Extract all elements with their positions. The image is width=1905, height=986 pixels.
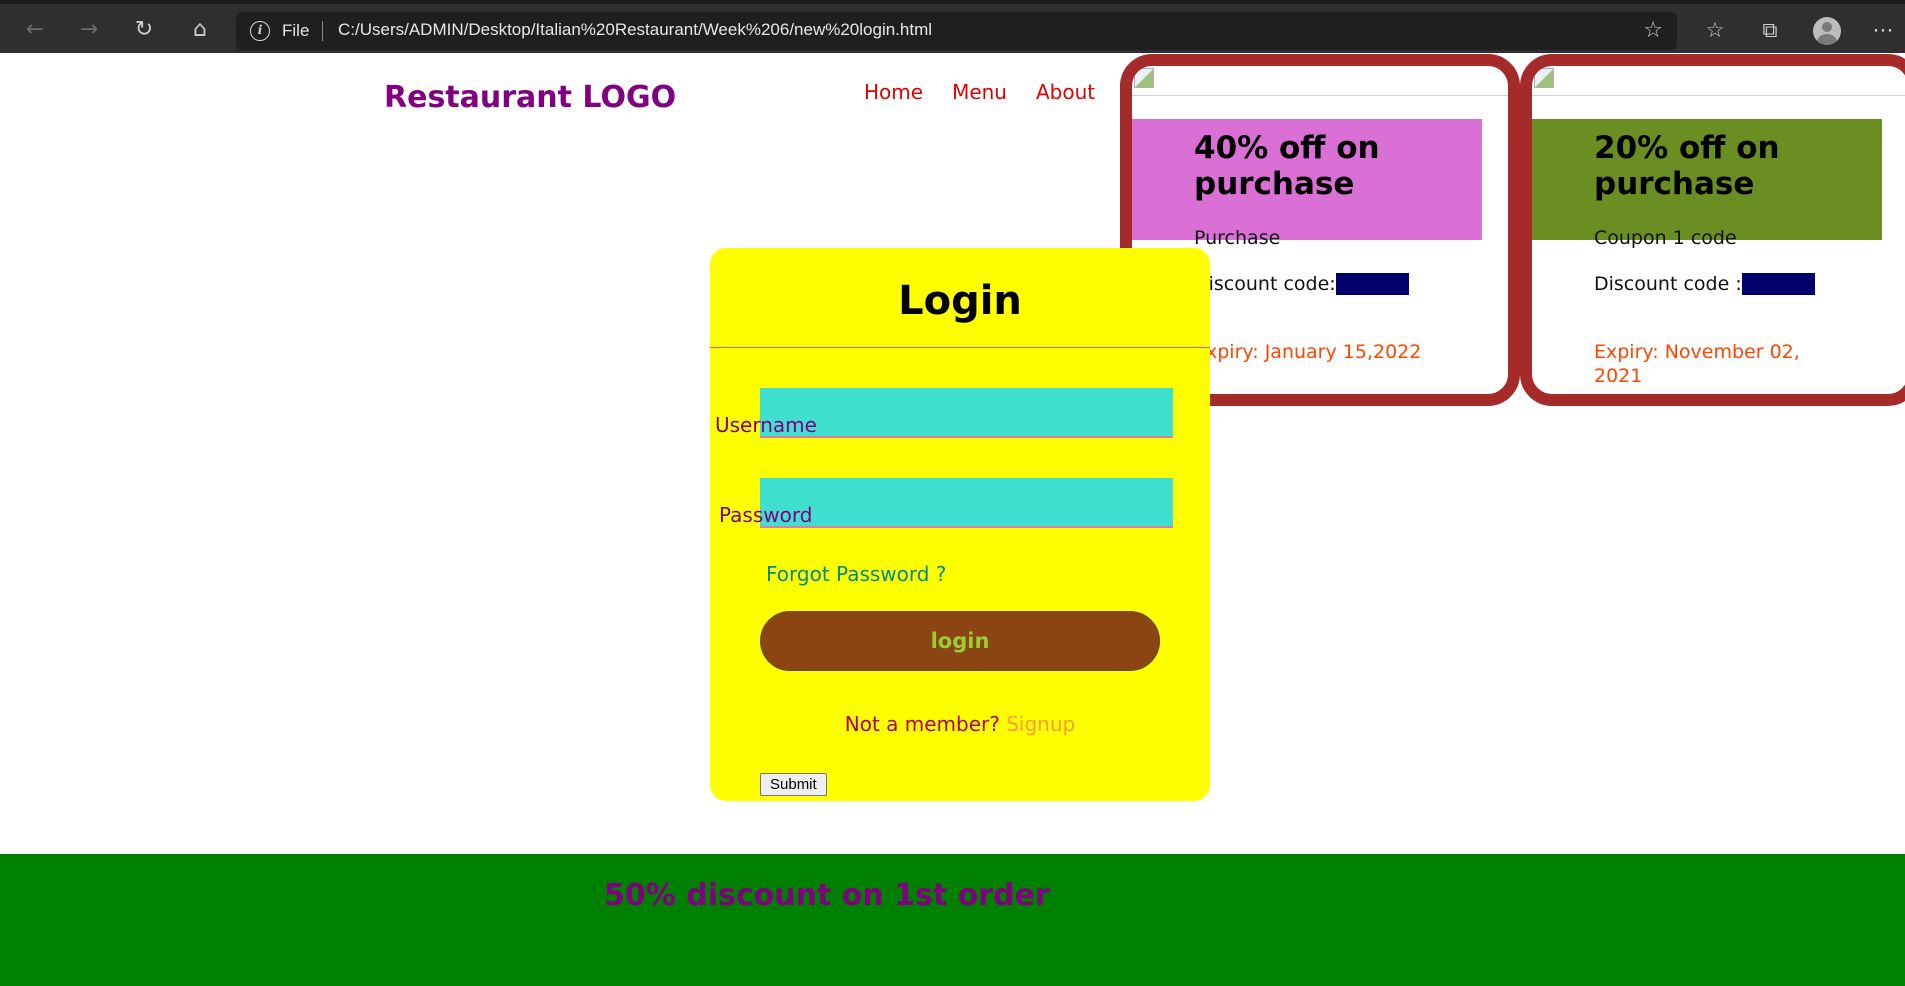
coupon-card: 20% off on purchase Coupon 1 code Discou…: [1520, 54, 1905, 406]
coupon-subtitle: Purchase: [1194, 227, 1281, 249]
coupon-title: 40% off on purchase: [1194, 130, 1380, 202]
coupon-subtitle: Coupon 1 code: [1594, 227, 1737, 249]
discount-code-label: Discount code :: [1594, 273, 1742, 295]
coupon-discount-code: Discount code:promo3: [1194, 272, 1444, 296]
back-icon[interactable]: ←: [21, 16, 49, 44]
forgot-password-link[interactable]: Forgot Password ?: [766, 562, 946, 586]
url-text[interactable]: C:/Users/ADMIN/Desktop/Italian%20Restaur…: [338, 20, 932, 40]
signup-link[interactable]: Signup: [1006, 712, 1075, 736]
promo-footer: 50% discount on 1st order: [0, 854, 1905, 986]
login-button[interactable]: login: [760, 611, 1160, 671]
favorites-icon[interactable]: ☆: [1701, 16, 1729, 44]
password-input[interactable]: [760, 478, 1173, 528]
coupon-image-placeholder: [1132, 66, 1508, 96]
collections-icon[interactable]: ⧉: [1756, 16, 1784, 44]
broken-image-icon: [1534, 68, 1554, 88]
browser-toolbar: ← → ↻ ⌂ i File C:/Users/ADMIN/Desktop/It…: [0, 0, 1905, 53]
address-separator: [322, 21, 323, 41]
username-label: Username: [715, 413, 817, 437]
add-favorite-icon[interactable]: ☆: [1643, 18, 1663, 43]
broken-image-icon: [1134, 68, 1154, 88]
not-member-text: Not a member?: [844, 712, 1000, 736]
coupon-expiry: Expiry: November 02, 2021: [1594, 341, 1800, 387]
nav-menu-link[interactable]: Menu: [952, 80, 1007, 104]
discount-code-value: promo1: [1741, 273, 1816, 295]
submit-button[interactable]: Submit: [760, 773, 827, 796]
signup-prompt: Not a member? Signup: [710, 712, 1210, 736]
coupon-image-placeholder: [1532, 66, 1905, 96]
info-icon[interactable]: i: [250, 21, 270, 41]
forward-icon[interactable]: →: [75, 16, 103, 44]
refresh-icon[interactable]: ↻: [130, 16, 158, 44]
discount-code-label: Discount code:: [1194, 273, 1336, 295]
main-nav: Home Menu About: [864, 80, 1124, 104]
more-icon[interactable]: ⋯: [1869, 16, 1897, 44]
coupon-title: 20% off on purchase: [1594, 130, 1780, 202]
profile-avatar[interactable]: [1813, 17, 1841, 45]
login-title: Login: [898, 278, 1022, 324]
address-bar[interactable]: i File C:/Users/ADMIN/Desktop/Italian%20…: [236, 12, 1677, 50]
file-label: File: [282, 21, 310, 40]
nav-about-link[interactable]: About: [1036, 80, 1095, 104]
title-divider: [710, 347, 1210, 348]
login-form: Login Username Password Forgot Password …: [710, 248, 1210, 801]
discount-code-value: promo3: [1335, 273, 1409, 295]
footer-promo-text: 50% discount on 1st order: [604, 878, 1050, 913]
coupon-expiry: Expiry: January 15,2022: [1194, 341, 1422, 363]
coupon-discount-code: Discount code :promo1: [1594, 272, 1844, 296]
home-icon[interactable]: ⌂: [186, 16, 214, 44]
restaurant-logo: Restaurant LOGO: [384, 80, 677, 115]
username-input[interactable]: [760, 388, 1173, 438]
nav-home-link[interactable]: Home: [864, 80, 923, 104]
password-label: Password: [719, 503, 813, 527]
